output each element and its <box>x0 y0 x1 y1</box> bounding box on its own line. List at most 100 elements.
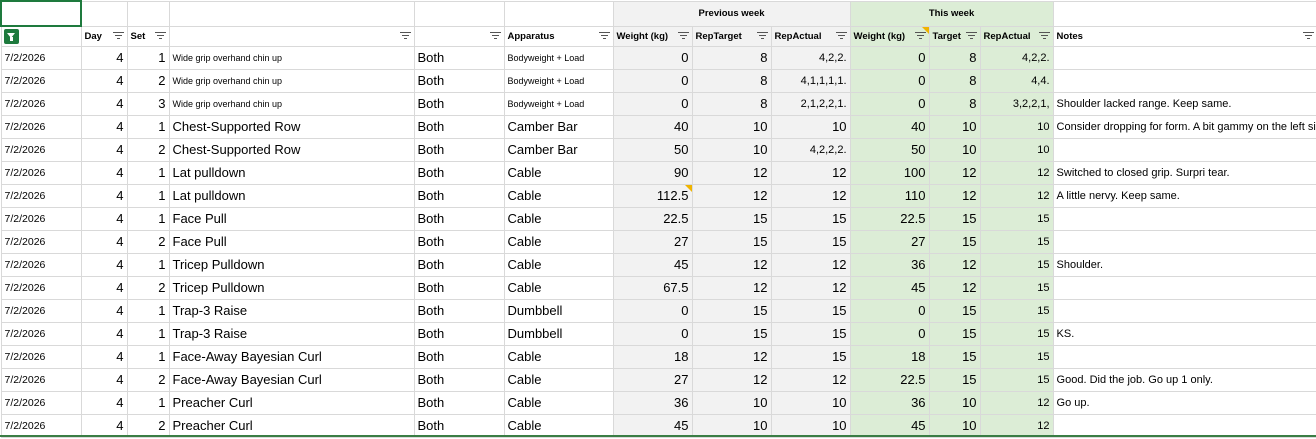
cell-set[interactable]: 1 <box>126 321 170 346</box>
cell-exercise[interactable]: Preacher Curl <box>168 413 415 438</box>
cell-tw[interactable]: 45 <box>849 275 930 300</box>
cell[interactable] <box>503 0 614 27</box>
filter-icon[interactable] <box>154 31 166 41</box>
cell-pw[interactable]: 90 <box>612 160 693 185</box>
cell-set[interactable]: 1 <box>126 390 170 415</box>
cell-exercise[interactable]: Preacher Curl <box>168 390 415 415</box>
cell-side[interactable]: Both <box>413 137 505 162</box>
cell-side[interactable]: Both <box>413 275 505 300</box>
cell-notes[interactable]: Consider dropping for form. A bit gammy … <box>1052 114 1316 139</box>
cell-side[interactable]: Both <box>413 298 505 323</box>
cell-pw[interactable]: 27 <box>612 229 693 254</box>
cell-exercise[interactable]: Face-Away Bayesian Curl <box>168 344 415 369</box>
cell-day[interactable]: 4 <box>80 68 128 93</box>
cell-exercise[interactable]: Chest-Supported Row <box>168 114 415 139</box>
cell-apparatus[interactable]: Cable <box>503 252 614 277</box>
cell-tra[interactable]: 12 <box>979 413 1054 438</box>
cell-prt[interactable]: 15 <box>691 229 772 254</box>
cell-date[interactable]: 7/2/2026 <box>0 68 82 93</box>
cell-pra[interactable]: 12 <box>770 252 851 277</box>
cell-apparatus[interactable]: Bodyweight + Load <box>503 68 614 93</box>
cell-set[interactable]: 2 <box>126 229 170 254</box>
header-side[interactable] <box>413 25 505 47</box>
header-day[interactable]: Day <box>80 25 128 47</box>
cell-date[interactable]: 7/2/2026 <box>0 298 82 323</box>
cell-pw[interactable]: 45 <box>612 252 693 277</box>
header-prev-repactual[interactable]: RepActual <box>770 25 851 47</box>
cell-tra[interactable]: 12 <box>979 160 1054 185</box>
cell[interactable] <box>126 0 170 27</box>
cell-pra[interactable]: 15 <box>770 229 851 254</box>
cell-side[interactable]: Both <box>413 321 505 346</box>
cell-date[interactable]: 7/2/2026 <box>0 344 82 369</box>
cell-exercise[interactable]: Chest-Supported Row <box>168 137 415 162</box>
cell-pw[interactable]: 45 <box>612 413 693 438</box>
cell-tra[interactable]: 4,2,2. <box>979 45 1054 70</box>
cell-exercise[interactable]: Wide grip overhand chin up <box>168 45 415 70</box>
cell-day[interactable]: 4 <box>80 344 128 369</box>
header-prev-weight[interactable]: Weight (kg) <box>612 25 693 47</box>
filter-icon[interactable] <box>677 31 689 41</box>
cell-pra[interactable]: 10 <box>770 390 851 415</box>
cell-tw[interactable]: 50 <box>849 137 930 162</box>
cell-prt[interactable]: 8 <box>691 91 772 116</box>
cell-prt[interactable]: 12 <box>691 183 772 208</box>
filter-icon[interactable] <box>756 31 768 41</box>
cell-apparatus[interactable]: Cable <box>503 229 614 254</box>
cell-day[interactable]: 4 <box>80 114 128 139</box>
cell-side[interactable]: Both <box>413 413 505 438</box>
cell-day[interactable]: 4 <box>80 45 128 70</box>
cell-prt[interactable]: 12 <box>691 344 772 369</box>
cell-notes[interactable]: Switched to closed grip. Surpri tear. <box>1052 160 1316 185</box>
cell-tt[interactable]: 10 <box>928 413 981 438</box>
cell-pra[interactable]: 2,1,2,2,1. <box>770 91 851 116</box>
header-exercise[interactable] <box>168 25 415 47</box>
cell-day[interactable]: 4 <box>80 137 128 162</box>
cell-tw[interactable]: 22.5 <box>849 206 930 231</box>
cell-tra[interactable]: 10 <box>979 137 1054 162</box>
cell-notes[interactable] <box>1052 344 1316 369</box>
cell-apparatus[interactable]: Cable <box>503 390 614 415</box>
cell-set[interactable]: 2 <box>126 275 170 300</box>
cell-pra[interactable]: 4,1,1,1,1. <box>770 68 851 93</box>
cell-notes[interactable]: A little nervy. Keep same. <box>1052 183 1316 208</box>
cell-pw[interactable]: 40 <box>612 114 693 139</box>
cell-prt[interactable]: 12 <box>691 275 772 300</box>
cell-day[interactable]: 4 <box>80 183 128 208</box>
cell-apparatus[interactable]: Dumbbell <box>503 298 614 323</box>
cell-exercise[interactable]: Trap-3 Raise <box>168 321 415 346</box>
cell-notes[interactable]: Shoulder. <box>1052 252 1316 277</box>
cell-tw[interactable]: 0 <box>849 321 930 346</box>
cell-tw[interactable]: 40 <box>849 114 930 139</box>
cell-tt[interactable]: 12 <box>928 183 981 208</box>
cell-tt[interactable]: 12 <box>928 160 981 185</box>
cell-day[interactable]: 4 <box>80 229 128 254</box>
cell-side[interactable]: Both <box>413 252 505 277</box>
cell-day[interactable]: 4 <box>80 298 128 323</box>
cell-apparatus[interactable]: Bodyweight + Load <box>503 45 614 70</box>
cell-set[interactable]: 3 <box>126 91 170 116</box>
cell-tt[interactable]: 15 <box>928 321 981 346</box>
selected-cell[interactable] <box>0 0 82 27</box>
cell[interactable] <box>1052 0 1316 27</box>
cell-date[interactable]: 7/2/2026 <box>0 252 82 277</box>
cell-tt[interactable]: 10 <box>928 114 981 139</box>
cell-tra[interactable]: 15 <box>979 298 1054 323</box>
cell-tt[interactable]: 8 <box>928 91 981 116</box>
cell-pra[interactable]: 10 <box>770 114 851 139</box>
cell-pw[interactable]: 27 <box>612 367 693 392</box>
cell-tra[interactable]: 15 <box>979 275 1054 300</box>
cell-tra[interactable]: 15 <box>979 344 1054 369</box>
filter-icon[interactable] <box>399 31 411 41</box>
cell-pra[interactable]: 12 <box>770 183 851 208</box>
cell-apparatus[interactable]: Cable <box>503 344 614 369</box>
header-notes[interactable]: Notes <box>1052 25 1316 47</box>
filter-icon[interactable] <box>965 31 977 41</box>
cell-exercise[interactable]: Face Pull <box>168 206 415 231</box>
filter-icon[interactable] <box>489 31 501 41</box>
cell-pra[interactable]: 10 <box>770 413 851 438</box>
cell-prt[interactable]: 8 <box>691 68 772 93</box>
cell-date[interactable]: 7/2/2026 <box>0 91 82 116</box>
cell-tw[interactable]: 0 <box>849 45 930 70</box>
cell-tt[interactable]: 15 <box>928 298 981 323</box>
